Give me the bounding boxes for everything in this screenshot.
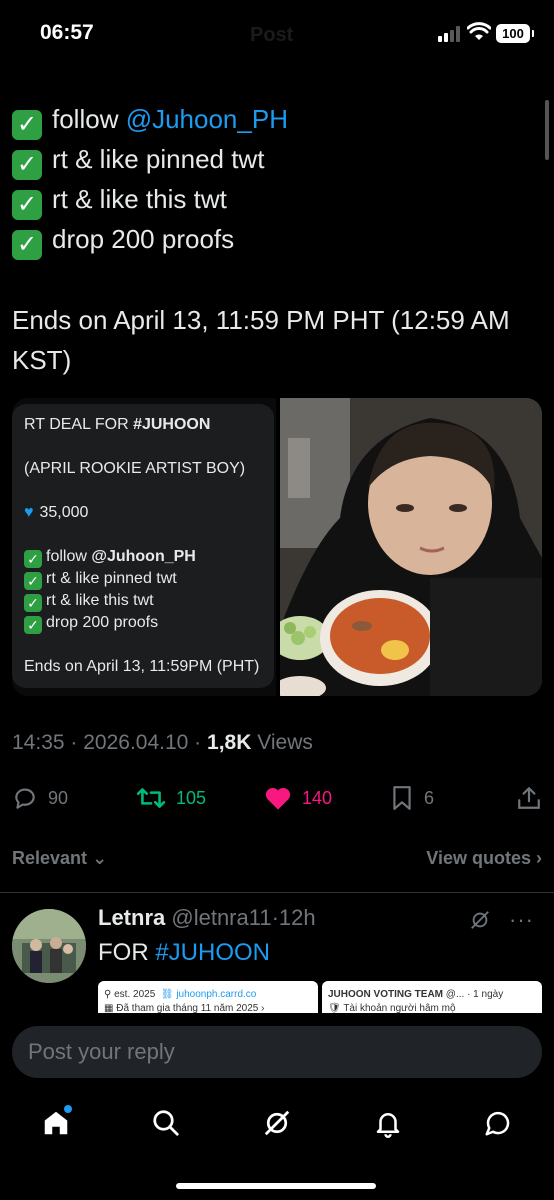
status-time: 06:57 — [40, 21, 94, 44]
media-image-text-card[interactable]: RT DEAL FOR #JUHOON (APRIL ROOKIE ARTIST… — [12, 398, 276, 696]
card-subtitle: (APRIL ROOKIE ARTIST BOY) — [24, 460, 246, 477]
check-mark-icon: ✓ — [12, 150, 42, 180]
tab-grok[interactable] — [257, 1103, 297, 1143]
like-count: 140 — [302, 787, 333, 808]
repost-icon — [136, 788, 166, 808]
card-amount: 35,000 — [39, 504, 89, 521]
like-button[interactable]: 140 — [264, 780, 332, 816]
tweet-time: 14:35 — [12, 731, 65, 754]
reply-button[interactable]: 90 — [12, 780, 68, 816]
repost-count: 105 — [176, 787, 207, 808]
bookmark-count: 6 — [424, 787, 435, 808]
wifi-icon — [467, 22, 491, 40]
chevron-down-icon: ⌄ — [92, 848, 108, 868]
reply-time: 12h — [278, 905, 316, 930]
card-hashtag: #JUHOON — [133, 416, 211, 433]
reply-composer-input[interactable]: Post your reply — [12, 1026, 542, 1078]
check-mark-icon: ✓ — [12, 230, 42, 260]
bookmark-icon — [393, 786, 411, 810]
pin-icon: ⚲ — [104, 989, 112, 1000]
checklist-item: ✓ drop 200 proofs — [12, 220, 542, 260]
notification-dot — [64, 1105, 72, 1113]
checklist-item: ✓ rt & like this twt — [12, 180, 542, 220]
views-count: 1,8K — [207, 731, 252, 754]
reply-author[interactable]: Letnra @letnra11·12h — [98, 905, 316, 931]
tweet-date: 2026.04.10 — [83, 731, 189, 754]
check-mark-icon: ✓ — [24, 594, 42, 612]
reply-tools: ··· — [469, 907, 534, 933]
link-icon: ⛓ — [160, 989, 174, 1000]
media-photo[interactable] — [280, 398, 542, 696]
hashtag-link[interactable]: #JUHOON — [155, 939, 270, 966]
chevron-right-icon: › — [536, 848, 542, 868]
avatar[interactable] — [12, 909, 86, 983]
reply-handle: @letnra11 — [171, 905, 272, 930]
blue-heart-icon: ♥ — [24, 504, 34, 521]
view-quotes-link[interactable]: View quotes › — [426, 848, 542, 869]
faded-header-title: Post — [250, 24, 294, 46]
check-mark-icon: ✓ — [12, 110, 42, 140]
reply-count: 90 — [48, 787, 69, 808]
tweet-text: ✓ follow @Juhoon_PH ✓ rt & like pinned twt… — [12, 100, 542, 380]
grok-icon[interactable] — [469, 909, 491, 931]
tab-messages[interactable] — [478, 1103, 518, 1143]
bookmark-button[interactable]: 6 — [390, 780, 434, 816]
more-options-icon[interactable]: ··· — [509, 907, 534, 933]
chat-bubble-icon — [485, 1111, 510, 1136]
tab-notifications[interactable] — [368, 1103, 408, 1143]
grok-icon — [264, 1110, 290, 1136]
tweet-ends-text: Ends on April 13, 11:59 PM PHT (12:59 AM… — [12, 305, 510, 375]
checklist-item: ✓ rt & like pinned twt — [12, 140, 542, 180]
battery-icon: 100 — [496, 24, 534, 43]
mention-link[interactable]: @Juhoon_PH — [126, 104, 288, 134]
reply-icon — [15, 788, 35, 809]
reply-item[interactable]: Letnra @letnra11·12h ··· FOR #JUHOON ⚲ e… — [0, 893, 554, 1018]
scrollbar[interactable] — [545, 100, 549, 160]
check-mark-icon: ✓ — [24, 550, 42, 568]
checklist-item: ✓ follow @Juhoon_PH — [12, 100, 542, 140]
check-mark-icon: ✓ — [12, 190, 42, 220]
reply-filter-row: Relevant ⌄ View quotes › — [12, 848, 542, 869]
tweet-actions: 90 105 140 6 — [12, 780, 542, 816]
views-label: Views — [257, 731, 313, 754]
share-icon — [518, 787, 540, 809]
repost-button[interactable]: 105 — [136, 780, 206, 816]
bell-icon — [376, 1113, 400, 1138]
relevant-dropdown[interactable]: Relevant ⌄ — [12, 848, 107, 868]
reply-text: FOR #JUHOON — [98, 939, 271, 966]
check-mark-icon: ✓ — [24, 616, 42, 634]
status-bar: 06:57 Post 100 — [0, 0, 554, 70]
tweet-meta: 14:35 · 2026.04.10 · 1,8K Views — [12, 731, 313, 754]
share-button[interactable] — [516, 780, 542, 816]
search-icon — [153, 1110, 179, 1136]
card-ends: Ends on April 13, 11:59PM (PHT) — [24, 658, 260, 675]
tab-search[interactable] — [146, 1103, 186, 1143]
heart-icon — [265, 787, 291, 810]
cellular-signal-icon — [438, 26, 462, 42]
reply-name: Letnra — [98, 905, 166, 930]
tweet-media[interactable]: RT DEAL FOR #JUHOON (APRIL ROOKIE ARTIST… — [12, 398, 542, 696]
check-mark-icon: ✓ — [24, 572, 42, 590]
photo-illustration — [280, 398, 542, 696]
home-indicator — [176, 1183, 376, 1189]
